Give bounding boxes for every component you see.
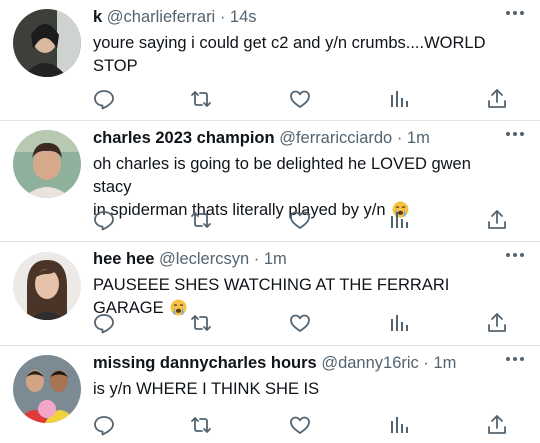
- display-name[interactable]: charles 2023 champion: [93, 129, 275, 147]
- analytics-icon[interactable]: [386, 86, 412, 112]
- separator-dot: ·: [219, 8, 226, 26]
- tweet-text: is y/n WHERE I THINK SHE IS: [93, 378, 513, 401]
- timestamp[interactable]: 1m: [434, 354, 457, 372]
- display-name[interactable]: hee hee: [93, 250, 154, 268]
- tweet-header: hee hee @leclercsyn · 1m: [93, 250, 287, 269]
- more-options-icon[interactable]: [504, 6, 526, 20]
- tweet[interactable]: hee hee @leclercsyn · 1m PAUSEEE SHES WA…: [0, 242, 540, 346]
- separator-dot: ·: [253, 250, 260, 268]
- like-icon[interactable]: [287, 310, 313, 336]
- avatar[interactable]: [13, 9, 81, 77]
- reply-icon[interactable]: [91, 310, 117, 336]
- retweet-icon[interactable]: [188, 310, 214, 336]
- share-icon[interactable]: [484, 412, 510, 438]
- tweet-feed: k @charlieferrari · 14s youre saying i c…: [0, 0, 540, 443]
- tweet-actions: [0, 207, 540, 233]
- like-icon[interactable]: [287, 86, 313, 112]
- retweet-icon[interactable]: [188, 412, 214, 438]
- tweet-actions: [0, 412, 540, 438]
- more-options-icon[interactable]: [504, 352, 526, 366]
- like-icon[interactable]: [287, 207, 313, 233]
- retweet-icon[interactable]: [188, 207, 214, 233]
- tweet-text: youre saying i could get c2 and y/n crum…: [93, 32, 513, 78]
- timestamp[interactable]: 1m: [407, 129, 430, 147]
- tweet-header: k @charlieferrari · 14s: [93, 8, 257, 27]
- username[interactable]: @leclercsyn: [159, 250, 249, 268]
- tweet-text-line: oh charles is going to be delighted he L…: [93, 155, 471, 196]
- username[interactable]: @danny16ric: [321, 354, 418, 372]
- username[interactable]: @ferraricciardo: [279, 129, 392, 147]
- tweet-text-line: youre saying i could get c2 and y/n crum…: [93, 34, 486, 52]
- analytics-icon[interactable]: [386, 412, 412, 438]
- tweet-text-line: is y/n WHERE I THINK SHE IS: [93, 380, 320, 398]
- tweet-header: missing dannycharles hours @danny16ric ·…: [93, 354, 456, 373]
- analytics-icon[interactable]: [386, 310, 412, 336]
- timestamp[interactable]: 1m: [264, 250, 287, 268]
- display-name[interactable]: missing dannycharles hours: [93, 354, 317, 372]
- tweet-header: charles 2023 champion @ferraricciardo · …: [93, 129, 430, 148]
- share-icon[interactable]: [484, 207, 510, 233]
- tweet[interactable]: k @charlieferrari · 14s youre saying i c…: [0, 0, 540, 121]
- reply-icon[interactable]: [91, 207, 117, 233]
- share-icon[interactable]: [484, 310, 510, 336]
- retweet-icon[interactable]: [188, 86, 214, 112]
- analytics-icon[interactable]: [386, 207, 412, 233]
- separator-dot: ·: [396, 129, 403, 147]
- avatar[interactable]: [13, 130, 81, 198]
- display-name[interactable]: k: [93, 8, 102, 26]
- more-options-icon[interactable]: [504, 248, 526, 262]
- reply-icon[interactable]: [91, 412, 117, 438]
- username[interactable]: @charlieferrari: [107, 8, 215, 26]
- more-options-icon[interactable]: [504, 127, 526, 141]
- timestamp[interactable]: 14s: [230, 8, 257, 26]
- tweet-actions: [0, 86, 540, 112]
- like-icon[interactable]: [287, 412, 313, 438]
- tweet-actions: [0, 310, 540, 336]
- share-icon[interactable]: [484, 86, 510, 112]
- separator-dot: ·: [423, 354, 429, 372]
- tweet[interactable]: missing dannycharles hours @danny16ric ·…: [0, 346, 540, 443]
- tweet[interactable]: charles 2023 champion @ferraricciardo · …: [0, 121, 540, 242]
- reply-icon[interactable]: [91, 86, 117, 112]
- tweet-text-line: STOP: [93, 57, 138, 75]
